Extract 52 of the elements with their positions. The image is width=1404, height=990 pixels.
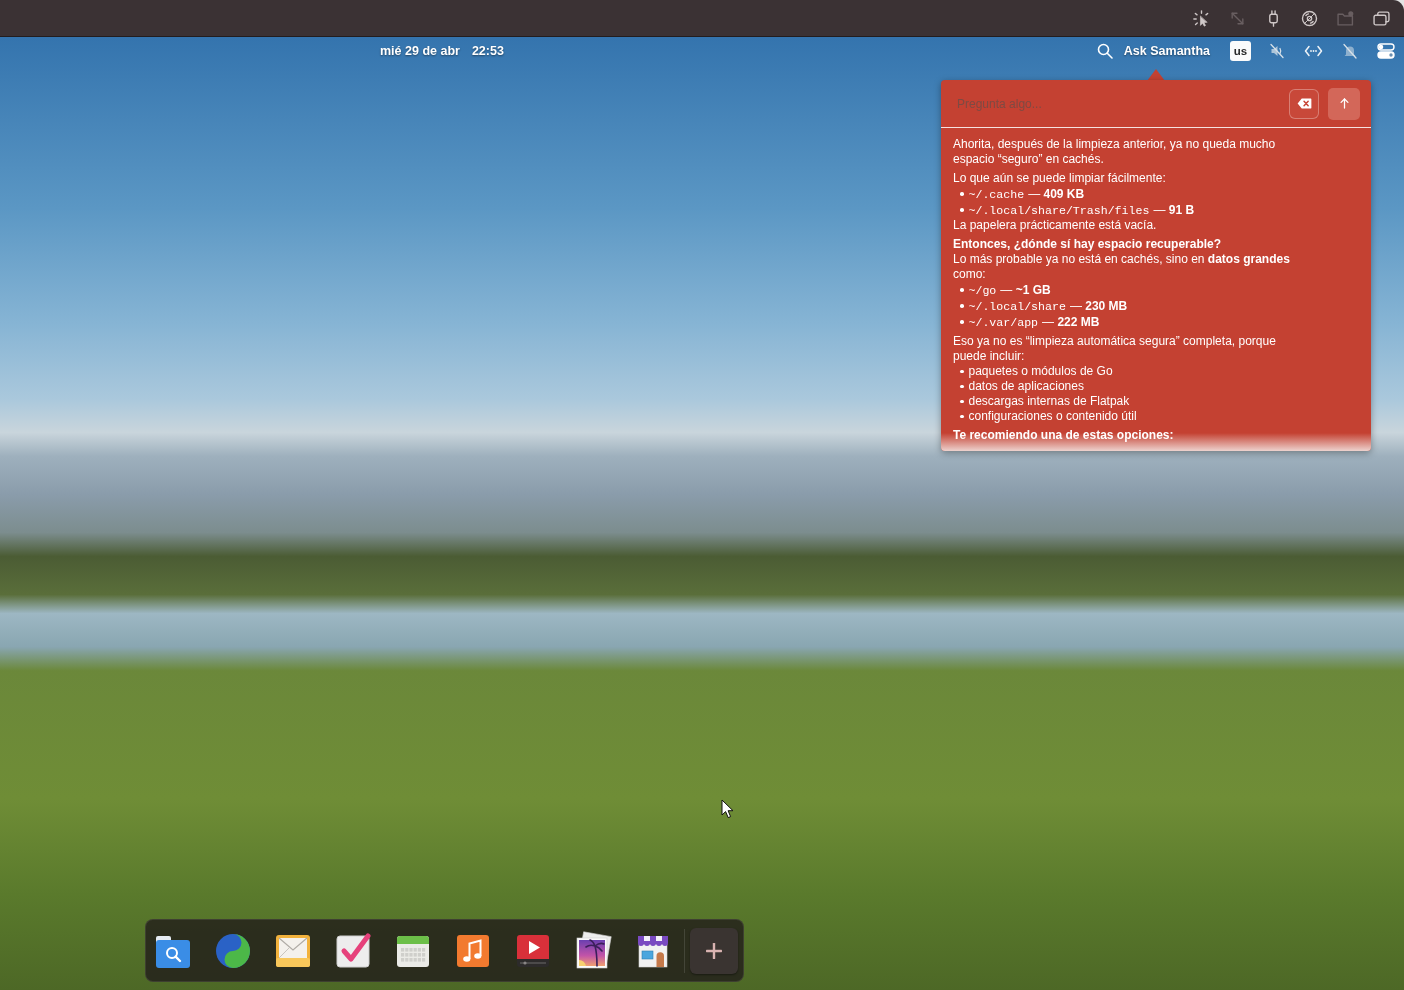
message-paragraph: Ahorita, después de la limpieza anterior, ya no queda mucho espacio “seguro” en cachés. xyxy=(953,137,1277,167)
bullet-icon xyxy=(960,384,964,389)
file-path: ~/.cache xyxy=(968,186,1025,202)
size-label: — ~1 GB xyxy=(1000,282,1051,298)
ask-assistant-button[interactable]: Ask Samantha xyxy=(1096,43,1210,59)
time-label[interactable]: 22:53 xyxy=(471,44,504,58)
file-path: ~/.local/share xyxy=(968,298,1066,314)
size-label: — 91 B xyxy=(1153,202,1195,218)
windows-icon[interactable] xyxy=(1373,9,1390,27)
file-path: ~/go xyxy=(968,282,997,298)
bullet-icon xyxy=(960,192,964,196)
bullet-icon xyxy=(960,369,964,374)
bullet-icon xyxy=(960,399,964,404)
message-paragraph: La papelera prácticamente está vacía. xyxy=(953,218,1158,233)
bullet-icon xyxy=(960,208,964,212)
toggles-icon[interactable] xyxy=(1377,43,1395,59)
send-button[interactable] xyxy=(1328,87,1360,120)
message-heading: Entonces, ¿dónde sí hay espacio recuperable? xyxy=(953,237,1223,252)
bullet-icon xyxy=(960,288,964,292)
list-item-text: paquetes o módulos de Go xyxy=(968,364,1113,379)
list-item-text: datos de aplicaciones xyxy=(968,379,1084,394)
size-label: — 409 KB xyxy=(1028,186,1085,202)
disc-icon[interactable] xyxy=(1301,9,1318,27)
clear-button[interactable] xyxy=(1289,88,1319,119)
message-heading: Te recomiendo una de estas opciones: xyxy=(953,428,1175,443)
message-paragraph: Eso ya no es “limpieza automática segura” completa, porque puede incluir: xyxy=(953,334,1277,364)
arrow-up-icon xyxy=(1339,98,1349,109)
size-label: — 222 MB xyxy=(1042,314,1100,330)
bell-muted-icon[interactable] xyxy=(1342,43,1358,59)
bullet-icon xyxy=(960,304,964,308)
speaker-muted-icon[interactable] xyxy=(1269,43,1285,59)
plus-icon xyxy=(706,942,722,959)
message-paragraph: Lo más probable ya no está en cachés, sino en datos grandes como: xyxy=(953,252,1291,282)
file-path: ~/.local/share/Trash/files xyxy=(968,202,1150,218)
bullet-icon xyxy=(960,414,964,419)
mouse-pointer-icon xyxy=(721,799,734,819)
photos-icon[interactable] xyxy=(573,930,613,971)
checkmark-icon[interactable] xyxy=(333,930,373,971)
add-button[interactable] xyxy=(690,927,738,974)
question-input[interactable]: Pregunta algo... xyxy=(957,88,1280,119)
code-icon[interactable] xyxy=(1304,45,1323,57)
list-item-text: descargas internas de Flatpak xyxy=(968,394,1130,409)
date-label[interactable]: mié 29 de abr xyxy=(380,44,460,58)
bullet-icon xyxy=(960,320,964,324)
search-icon xyxy=(1096,43,1113,59)
size-label: — 230 MB xyxy=(1069,298,1128,314)
message-paragraph: Lo que aún se puede limpiar fácilmente: xyxy=(953,171,1167,186)
pointer-sparkle-icon[interactable] xyxy=(1193,9,1210,27)
keyboard-layout-indicator[interactable]: us xyxy=(1230,41,1251,61)
file-path: ~/.var/app xyxy=(968,314,1039,330)
backspace-icon xyxy=(1296,98,1312,109)
list-item-text: configuraciones o contenido útil xyxy=(968,409,1137,424)
